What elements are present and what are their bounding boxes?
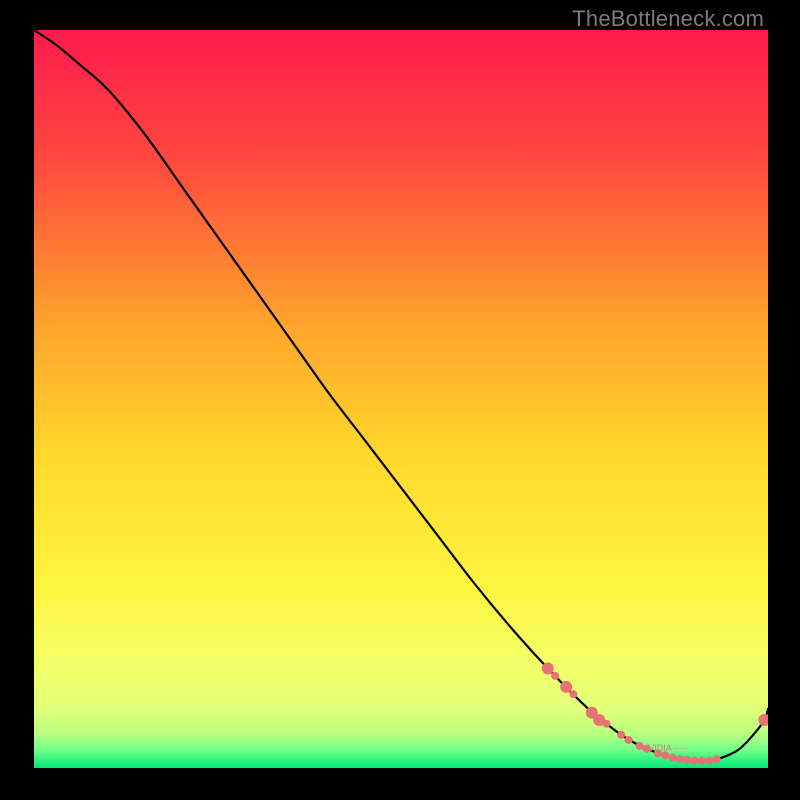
watermark-text: TheBottleneck.com [572, 6, 764, 32]
data-point [542, 662, 554, 674]
bottleneck-curve-path [34, 30, 768, 761]
data-point [569, 690, 577, 698]
data-point [560, 681, 572, 693]
plot-area: NVIDIA ····· [34, 30, 768, 768]
chart-svg: NVIDIA ····· [34, 30, 768, 768]
curve-label: NVIDIA ····· [642, 743, 689, 753]
data-point [676, 755, 684, 763]
curve-inline-label: NVIDIA ····· [642, 743, 689, 753]
data-point [705, 757, 713, 765]
data-point [617, 731, 625, 739]
data-point [713, 755, 721, 763]
data-point [691, 757, 699, 765]
data-point [758, 714, 768, 726]
data-point [683, 756, 691, 764]
data-point [669, 754, 677, 762]
data-point [603, 720, 611, 728]
data-point [698, 757, 706, 765]
bottleneck-curve [34, 30, 768, 761]
chart-stage: TheBottleneck.com [0, 0, 800, 800]
data-point [625, 736, 633, 744]
data-point [551, 672, 559, 680]
